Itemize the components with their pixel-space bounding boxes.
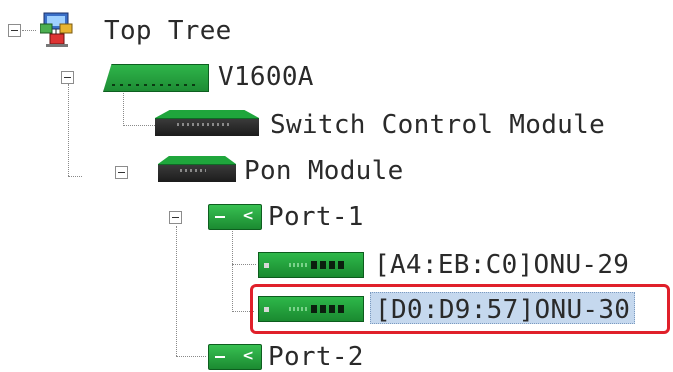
pon-module-icon (158, 156, 236, 182)
network-tree-icon (39, 12, 74, 48)
tree-connector (176, 226, 177, 356)
tree-connector (232, 264, 256, 265)
collapse-toggle-pon-module[interactable] (115, 166, 128, 179)
onu-device-icon (258, 296, 364, 322)
switch-module-icon (155, 110, 259, 136)
olt-chassis-icon (103, 64, 209, 92)
tree-node-port-2-label[interactable]: Port-2 (268, 342, 364, 372)
tree-connector (232, 228, 233, 312)
pon-port-icon: < (208, 204, 262, 230)
tree-connector (176, 356, 206, 357)
tree-node-top-tree-label[interactable]: Top Tree (104, 16, 232, 46)
onu-device-icon (258, 252, 364, 278)
collapse-toggle-v1600a[interactable] (61, 71, 74, 84)
tree-node-v1600a-label[interactable]: V1600A (218, 62, 314, 92)
tree-connector (68, 176, 82, 177)
tree-node-switch-control-module-label[interactable]: Switch Control Module (270, 110, 605, 140)
tree-connector (22, 30, 36, 31)
collapse-toggle-port-1[interactable] (169, 211, 182, 224)
tree-connector (68, 84, 69, 176)
collapse-toggle-top-tree[interactable] (8, 24, 21, 37)
tree-node-port-1-label[interactable]: Port-1 (268, 202, 364, 232)
tree-node-onu-29-label[interactable]: [A4:EB:C0]ONU-29 (374, 250, 629, 280)
pon-port-icon: < (208, 344, 262, 370)
tree-node-pon-module-label[interactable]: Pon Module (244, 156, 404, 186)
tree-connector (123, 125, 155, 126)
tree-node-onu-30-label[interactable]: [D0:D9:57]ONU-30 (370, 292, 636, 325)
tree-view: { "tree": { "root": { "label": "Top Tree… (0, 0, 673, 372)
